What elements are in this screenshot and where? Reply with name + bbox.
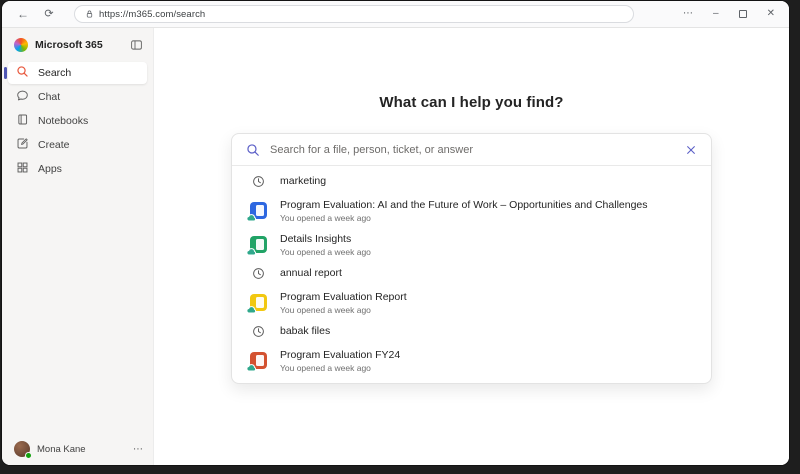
- suggestion-list: marketing Program Evaluation: AI and the…: [232, 166, 711, 383]
- suggestion-title: Program Evaluation: AI and the Future of…: [280, 199, 648, 211]
- address-bar[interactable]: https://m365.com/search: [74, 5, 634, 23]
- suggestion-title: marketing: [280, 175, 327, 187]
- main-content: What can I help you find? marketing Prog…: [154, 28, 789, 465]
- collapse-sidebar-icon[interactable]: [130, 39, 143, 51]
- reload-button[interactable]: ⟳: [40, 8, 58, 20]
- sidebar-item-label: Apps: [38, 163, 62, 175]
- yellow-doc-file-icon: [245, 293, 267, 313]
- browser-chrome: ← ⟳ https://m365.com/search ⋯ – ✕: [2, 1, 789, 28]
- suggestion-row[interactable]: Details Insights You opened a week ago: [232, 227, 711, 261]
- suggestion-subtitle: You opened a week ago: [280, 305, 371, 315]
- suggestion-row[interactable]: annual report: [232, 261, 711, 285]
- search-icon: [16, 65, 29, 81]
- window-controls: ⋯ – ✕: [683, 9, 775, 19]
- suggestion-row[interactable]: Program Evaluation: AI and the Future of…: [232, 193, 711, 227]
- avatar: [14, 441, 32, 459]
- suggestion-subtitle: You opened a week ago: [280, 363, 371, 373]
- sidebar-nav: Search Chat Notebooks Create Apps: [2, 60, 153, 182]
- page-title: What can I help you find?: [379, 94, 564, 111]
- sidebar-item-label: Search: [38, 67, 72, 79]
- sidebar-item-label: Chat: [38, 91, 61, 103]
- lock-icon: [86, 10, 93, 18]
- suggestion-row[interactable]: babak files: [232, 319, 711, 343]
- browser-window: ← ⟳ https://m365.com/search ⋯ – ✕ Micros…: [2, 1, 789, 465]
- user-name: Mona Kane: [37, 443, 86, 455]
- apps-icon: [16, 161, 29, 177]
- brand-label: Microsoft 365: [35, 39, 103, 51]
- sidebar-item-apps[interactable]: Apps: [8, 158, 147, 180]
- user-more-button[interactable]: ⋯: [133, 444, 143, 455]
- suggestion-title: Program Evaluation FY24: [280, 349, 401, 361]
- suggestion-subtitle: You opened a week ago: [280, 247, 371, 257]
- back-button[interactable]: ←: [14, 8, 32, 20]
- suggestion-row[interactable]: Program Evaluation Report You opened a we…: [232, 285, 711, 319]
- history-icon: [252, 325, 264, 337]
- microsoft-365-logo-icon: [14, 38, 28, 52]
- search-card: marketing Program Evaluation: AI and the…: [231, 133, 712, 384]
- suggestion-row[interactable]: marketing: [232, 169, 711, 193]
- search-box: [232, 134, 711, 165]
- close-button[interactable]: ✕: [767, 9, 775, 19]
- history-icon: [252, 267, 264, 279]
- search-input[interactable]: [270, 134, 675, 165]
- suggestion-subtitle: You opened a week ago: [280, 213, 371, 223]
- excel-file-icon: [245, 235, 267, 255]
- notebooks-icon: [16, 113, 29, 129]
- sidebar-item-notebooks[interactable]: Notebooks: [8, 110, 147, 132]
- word-file-icon: [245, 201, 267, 221]
- search-icon: [247, 143, 259, 156]
- clear-search-icon[interactable]: [685, 144, 697, 156]
- suggestion-row[interactable]: Program Evaluation FY24 You opened a week…: [232, 343, 711, 377]
- suggestion-title: Program Evaluation Report: [280, 291, 407, 303]
- suggestion-title: Details Insights: [280, 233, 352, 245]
- brand-row: Microsoft 365: [2, 34, 153, 60]
- minimize-button[interactable]: –: [713, 9, 719, 19]
- create-icon: [16, 137, 29, 153]
- sidebar-item-label: Create: [38, 139, 70, 151]
- browser-menu-button[interactable]: ⋯: [683, 9, 693, 19]
- suggestion-title: annual report: [280, 267, 342, 279]
- sidebar-item-chat[interactable]: Chat: [8, 86, 147, 108]
- presence-available-icon: [25, 452, 32, 459]
- powerpoint-file-icon: [245, 351, 267, 371]
- user-row[interactable]: Mona Kane ⋯: [2, 435, 153, 465]
- suggestion-title: babak files: [280, 325, 331, 337]
- sidebar-item-search[interactable]: Search: [4, 62, 147, 84]
- chat-icon: [16, 89, 29, 105]
- sidebar-item-label: Notebooks: [38, 115, 89, 127]
- maximize-button[interactable]: [738, 10, 747, 18]
- sidebar-item-create[interactable]: Create: [8, 134, 147, 156]
- url-text: https://m365.com/search: [99, 8, 206, 20]
- history-icon: [252, 175, 264, 187]
- sidebar: Microsoft 365 Search Chat Notebooks Create A…: [2, 28, 154, 465]
